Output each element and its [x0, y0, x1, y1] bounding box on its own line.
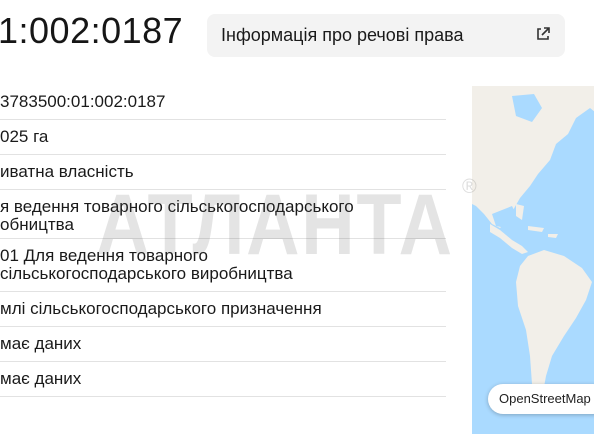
detail-value: 01 Для ведення товарного — [0, 246, 208, 265]
detail-row-area: 025 га — [0, 120, 446, 155]
watermark-registered-mark: ® — [462, 176, 477, 198]
openstreetmap-attribution-button[interactable]: OpenStreetMap — [488, 384, 594, 414]
detail-value: обництва — [0, 215, 74, 234]
detail-value: млі сільськогосподарського призначення — [0, 299, 322, 318]
detail-row-land-category: млі сільськогосподарського призначення — [0, 292, 446, 327]
americas-map — [472, 86, 594, 434]
detail-value: сільськогосподарського виробництва — [0, 264, 293, 283]
cadastral-number-title: 1:002:0187 — [0, 10, 184, 51]
detail-row-purpose: я ведення товарного сільськогосподарсько… — [0, 190, 446, 239]
property-rights-info-label: Інформація про речові права — [221, 25, 464, 45]
detail-row-no-data-1: має даних — [0, 327, 446, 362]
detail-value: має даних — [0, 369, 82, 388]
map-view[interactable] — [472, 86, 594, 434]
property-rights-info-button[interactable]: Інформація про речові права — [207, 14, 565, 57]
detail-value: я ведення товарного сільськогосподарсько… — [0, 197, 354, 216]
detail-value: має даних — [0, 334, 82, 353]
external-link-icon — [537, 27, 550, 40]
detail-row-cadastral-number: 3783500:01:002:0187 — [0, 84, 446, 120]
detail-row-purpose-code: 01 Для ведення товарного сільськогоспода… — [0, 239, 446, 292]
detail-row-ownership: иватна власність — [0, 155, 446, 190]
detail-row-no-data-2: має даних — [0, 362, 446, 397]
detail-value: иватна власність — [0, 162, 134, 181]
detail-value: 3783500:01:002:0187 — [0, 92, 166, 111]
detail-value: 025 га — [0, 127, 49, 146]
